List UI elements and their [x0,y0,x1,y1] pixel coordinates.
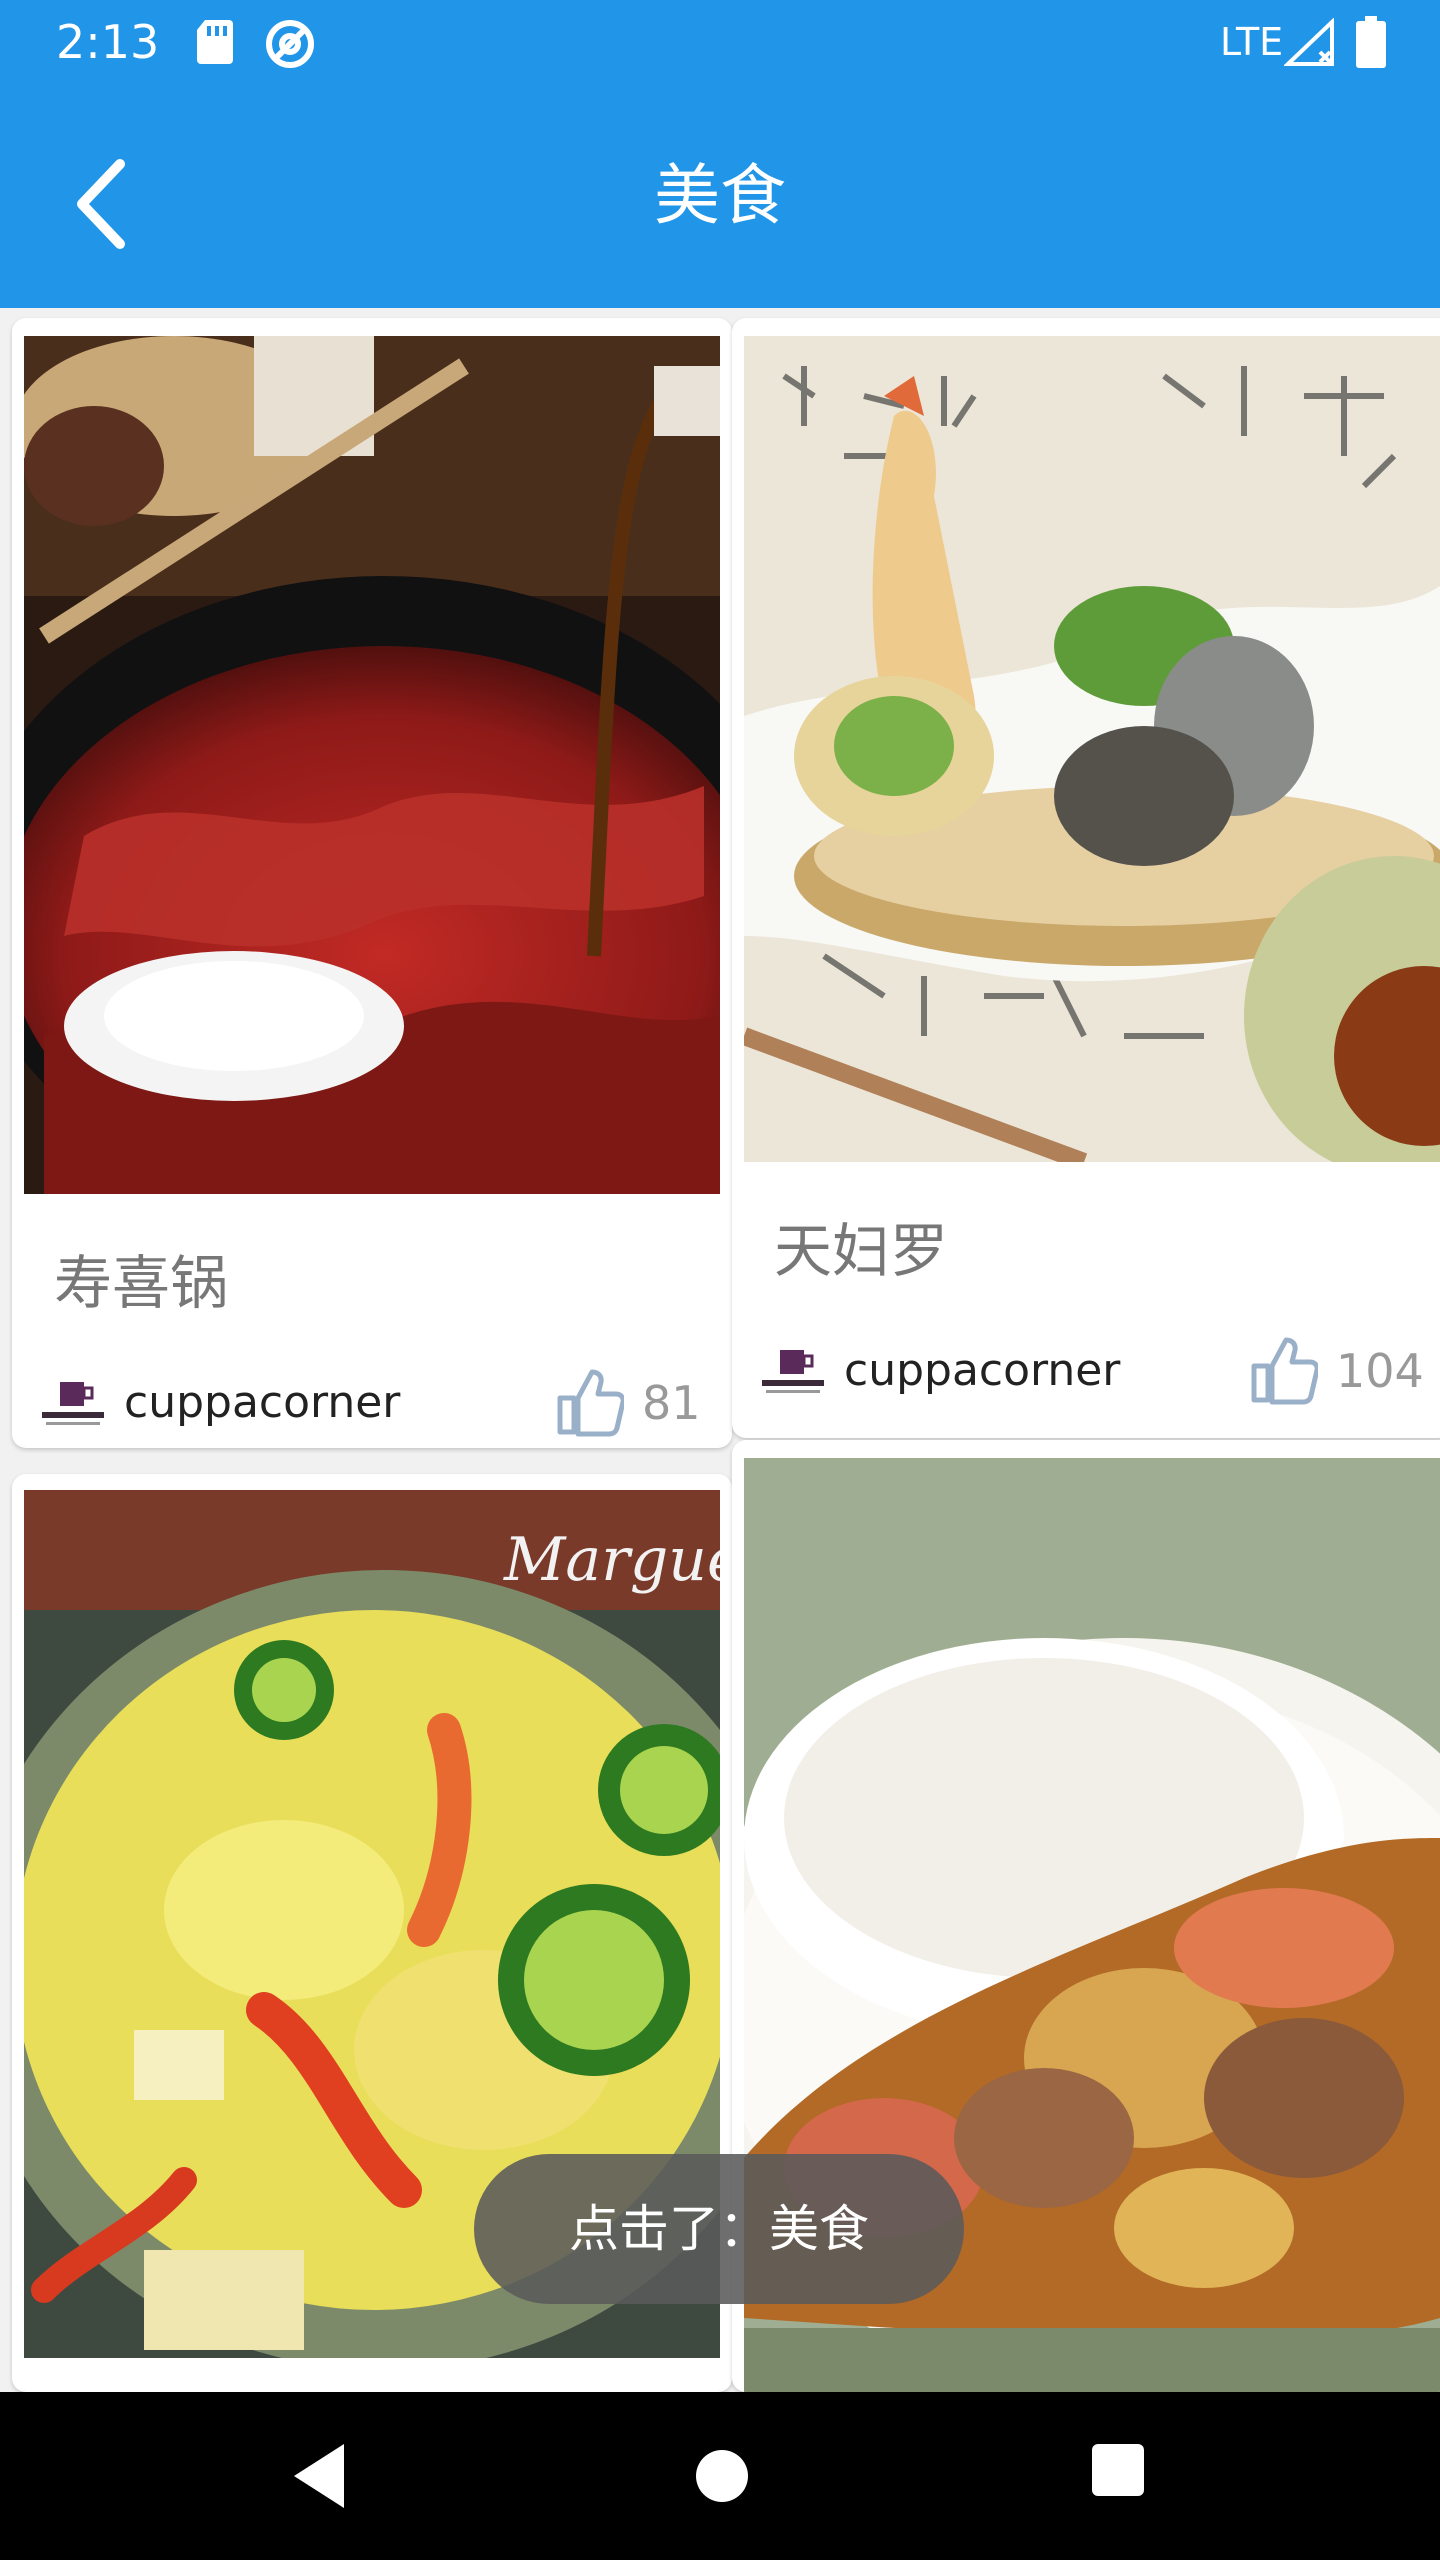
author-row: cuppacorner 81 [12,1354,732,1448]
card-title: 寿喜锅 [54,1249,229,1317]
home-circle-icon[interactable] [682,2436,762,2516]
back-triangle-icon[interactable] [282,2436,362,2516]
page-title: 美食 [654,157,786,234]
thumbs-up-icon[interactable] [554,1366,624,1438]
author-row: cuppacorner 104 [732,1322,1440,1422]
author-avatar [36,1372,110,1436]
sukiyaki-photo [24,336,720,1194]
battery-icon [1356,16,1386,68]
card-title: 天妇罗 [774,1217,949,1285]
back-button[interactable] [60,154,150,254]
sync-icon [266,20,314,68]
status-bar: 2:13 LTE [0,0,1440,84]
toast-message: 点击了：美食 [474,2154,964,2304]
author-name: cuppacorner [124,1377,401,1428]
app-toolbar: 美食 [0,84,1440,308]
sd-card-icon [197,20,233,64]
network-type: LTE [1220,20,1284,64]
signal-icon [1284,18,1334,66]
recents-square-icon[interactable] [1090,2442,1146,2498]
food-card[interactable]: 天妇罗 cuppacorner 104 [732,318,1440,1438]
thumbs-up-icon[interactable] [1248,1334,1318,1406]
like-count: 81 [642,1376,701,1430]
tempura-photo [744,336,1440,1162]
author-avatar [756,1340,830,1404]
system-nav-bar [0,2392,1440,2560]
watermark-text: Marguerite [503,1525,720,1595]
author-name: cuppacorner [844,1345,1121,1396]
like-count: 104 [1336,1344,1424,1398]
status-time: 2:13 [56,15,160,69]
food-card[interactable]: 寿喜锅 cuppacorner 81 [12,318,732,1448]
